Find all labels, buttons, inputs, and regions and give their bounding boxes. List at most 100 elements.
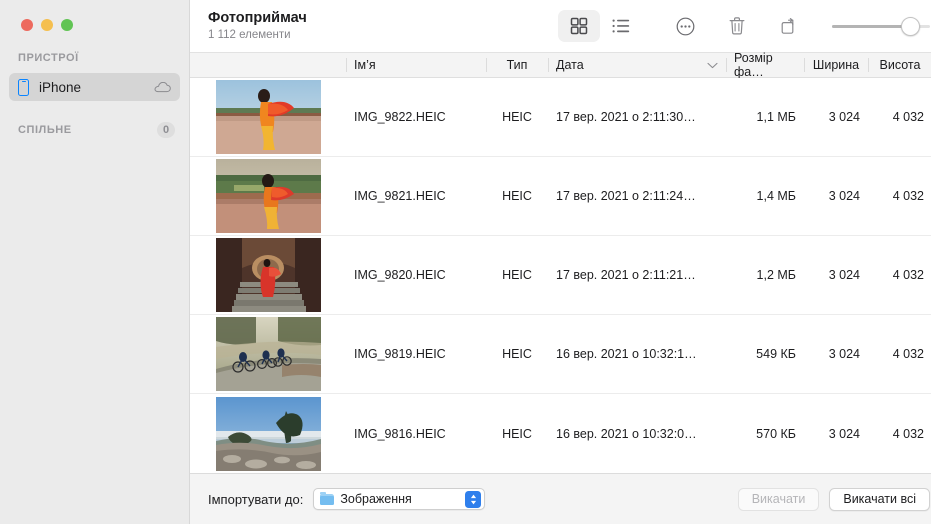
traffic-lights (21, 19, 73, 31)
column-header-thumbnail (190, 53, 346, 77)
download-button-label: Викачати (751, 492, 806, 506)
column-header-date-label: Дата (556, 58, 584, 72)
file-size: 1,1 МБ (756, 110, 796, 124)
sidebar-section-devices-label: ПРИСТРОЇ (18, 52, 79, 64)
file-type: HEIC (502, 268, 532, 282)
column-header-date[interactable]: Дата (548, 53, 726, 77)
rotate-icon (780, 17, 799, 36)
destination-popup-button[interactable]: Зображення (313, 488, 486, 510)
iphone-icon (18, 78, 29, 96)
list-view-button[interactable] (600, 10, 642, 42)
file-type: HEIC (502, 347, 532, 361)
minimize-button[interactable] (41, 19, 53, 31)
close-button[interactable] (21, 19, 33, 31)
thumbnail-cell (190, 394, 346, 473)
file-height: 4 032 (892, 347, 924, 361)
column-header-name[interactable]: Ім’я (346, 53, 486, 77)
thumbnail-cell (190, 157, 346, 236)
rotate-button[interactable] (768, 10, 810, 42)
list-icon (612, 18, 630, 34)
file-height: 4 032 (892, 189, 924, 203)
column-header-name-label: Ім’я (354, 58, 376, 72)
trash-icon (728, 16, 746, 36)
thumbnail-tree-above-clouds (215, 396, 321, 471)
slider-fill (832, 24, 903, 28)
table-column-headers: Ім’я Тип Дата Розмір фа… Ширина Висота (190, 51, 931, 79)
cloud-icon (154, 81, 171, 93)
file-width: 3 024 (828, 110, 860, 124)
file-width: 3 024 (828, 189, 860, 203)
table-row[interactable]: IMG_9816.HEIC HEIC 16 вер. 2021 о 10:32:… (190, 394, 931, 473)
file-type: HEIC (502, 426, 532, 441)
ellipsis-circle-icon (676, 17, 695, 36)
file-size: 1,4 МБ (756, 189, 796, 203)
grid-icon (570, 17, 588, 35)
import-to-label: Імпортувати до: (208, 491, 304, 507)
sidebar-item-iphone-label: iPhone (39, 79, 82, 95)
file-name: IMG_9816.HEIC (354, 426, 446, 441)
bottom-bar: Імпортувати до: Зображення Викачати Вика… (190, 473, 931, 524)
file-name: IMG_9820.HEIC (354, 268, 446, 282)
sidebar-section-devices: ПРИСТРОЇ (0, 49, 189, 67)
sidebar-section-shared-badge: 0 (157, 122, 175, 138)
item-count-label: 1 112 елементи (208, 29, 291, 41)
thumbnail-cell (190, 236, 346, 315)
sidebar-section-shared: СПІЛЬНЕ 0 (0, 121, 189, 139)
thumbnail-cyclists-misty-road (215, 317, 321, 391)
download-button[interactable]: Викачати (737, 487, 820, 511)
file-width: 3 024 (828, 426, 860, 441)
table-row[interactable]: IMG_9820.HEIC HEIC 17 вер. 2021 о 2:11:2… (190, 236, 931, 315)
slider-knob[interactable] (900, 16, 920, 36)
file-date: 16 вер. 2021 о 10:32:0… (556, 426, 697, 441)
column-header-width[interactable]: Ширина (804, 53, 868, 77)
table-row[interactable]: IMG_9821.HEIC HEIC 17 вер. 2021 о 2:11:2… (190, 157, 931, 236)
file-name: IMG_9819.HEIC (354, 347, 446, 361)
download-all-button-label: Викачати всі (843, 492, 916, 506)
image-capture-window: ПРИСТРОЇ iPhone СПІЛЬНЕ 0 Фотоприймач 1 … (0, 0, 931, 524)
thumbnail-woman-red-sari-garden (215, 159, 321, 233)
download-all-button[interactable]: Викачати всі (829, 487, 930, 511)
thumbnail-cell (190, 78, 346, 157)
sidebar-item-iphone[interactable]: iPhone (9, 73, 180, 101)
table-row[interactable]: IMG_9819.HEIC HEIC 16 вер. 2021 о 10:32:… (190, 315, 931, 394)
sidebar: ПРИСТРОЇ iPhone СПІЛЬНЕ 0 (0, 0, 190, 524)
file-width: 3 024 (828, 347, 860, 361)
column-header-type-label: Тип (506, 58, 528, 72)
delete-button[interactable] (716, 10, 758, 42)
file-name: IMG_9822.HEIC (354, 110, 446, 124)
column-header-size-label: Розмір фа… (734, 51, 773, 79)
thumbnail-size-slider[interactable] (832, 10, 930, 42)
file-date: 17 вер. 2021 о 2:11:30… (556, 110, 696, 124)
column-header-height[interactable]: Висота (868, 53, 931, 77)
thumbnail-woman-red-sari-terrace (215, 80, 321, 154)
main-area: Фотоприймач 1 112 елементи Ім’я Тип Дата… (190, 0, 931, 524)
zoom-button[interactable] (61, 19, 73, 31)
file-size: 1,2 МБ (756, 268, 796, 282)
column-header-size[interactable]: Розмір фа… (726, 51, 804, 79)
destination-value: Зображення (340, 492, 412, 506)
toolbar-buttons (558, 0, 931, 52)
file-height: 4 032 (892, 426, 924, 441)
toolbar: Фотоприймач 1 112 елементи (190, 0, 931, 52)
file-height: 4 032 (892, 268, 924, 282)
file-size: 570 КБ (756, 426, 796, 441)
bottom-bar-buttons: Викачати Викачати всі (737, 487, 930, 511)
page-title: Фотоприймач (208, 10, 307, 26)
file-date: 17 вер. 2021 о 2:11:21… (556, 268, 696, 282)
table-row[interactable]: IMG_9822.HEIC HEIC 17 вер. 2021 о 2:11:3… (190, 78, 931, 157)
file-size: 549 КБ (756, 347, 796, 361)
file-name: IMG_9821.HEIC (354, 189, 446, 203)
file-type: HEIC (502, 189, 532, 203)
column-header-width-label: Ширина (812, 58, 860, 72)
chevron-down-icon (707, 62, 718, 69)
chevron-up-down-icon (465, 490, 482, 508)
file-date: 16 вер. 2021 о 10:32:1… (556, 347, 697, 361)
column-header-type[interactable]: Тип (486, 53, 548, 77)
thumbnail-woman-red-sari-stairs (215, 238, 321, 312)
file-list[interactable]: IMG_9822.HEIC HEIC 17 вер. 2021 о 2:11:3… (190, 78, 931, 473)
window-title-block: Фотоприймач 1 112 елементи (208, 9, 307, 43)
file-date: 17 вер. 2021 о 2:11:24… (556, 189, 696, 203)
more-options-button[interactable] (664, 10, 706, 42)
sidebar-section-shared-label: СПІЛЬНЕ (18, 124, 72, 136)
grid-view-button[interactable] (558, 10, 600, 42)
